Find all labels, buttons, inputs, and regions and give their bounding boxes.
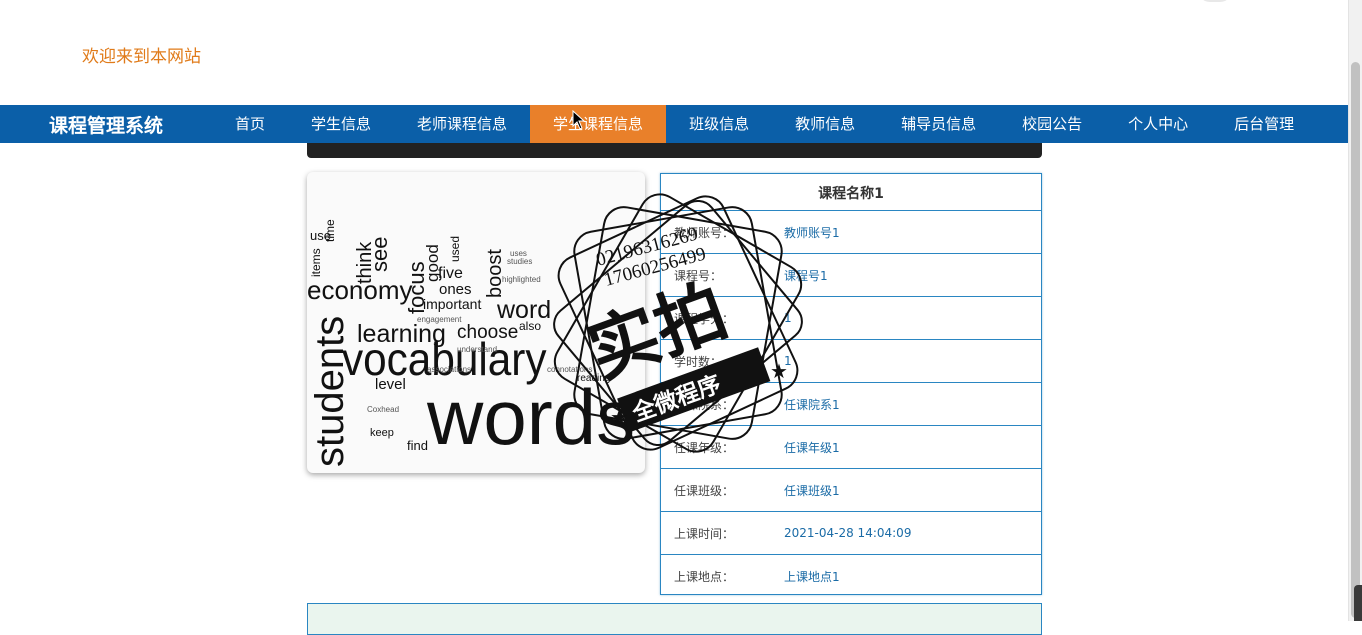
scrollbar-thumb[interactable] xyxy=(1351,62,1360,618)
wordcloud-word: find xyxy=(407,438,428,453)
wordcloud-word: think xyxy=(354,241,376,284)
detail-row-grade: 任课年级： 任课年级1 xyxy=(661,426,1041,469)
wordcloud-word: students xyxy=(308,316,352,467)
row-value: 1 xyxy=(784,354,792,368)
wordcloud-word: used xyxy=(448,236,462,262)
avatar[interactable] xyxy=(1198,0,1232,2)
wordcloud-word: keep xyxy=(370,427,394,439)
detail-row-class: 任课班级： 任课班级1 xyxy=(661,469,1041,512)
nav-item-admin[interactable]: 后台管理 xyxy=(1211,105,1317,143)
row-label: 课程学分： xyxy=(674,311,735,326)
row-label: 任课年级： xyxy=(674,440,735,455)
svg-text:understand: understand xyxy=(457,345,497,354)
row-value: 任课班级1 xyxy=(784,483,840,498)
row-label: 学时数： xyxy=(674,354,723,369)
row-label: 教师账号： xyxy=(674,225,735,240)
nav-item-profile[interactable]: 个人中心 xyxy=(1105,105,1211,143)
detail-row-location: 上课地点： 上课地点1 xyxy=(661,555,1041,597)
row-value: 任课年级1 xyxy=(784,440,840,455)
carousel-strip xyxy=(307,143,1042,158)
nav-item-teachers[interactable]: 教师信息 xyxy=(772,105,878,143)
wordcloud-word: reading xyxy=(577,373,610,384)
row-value: 任课院系1 xyxy=(784,397,840,412)
nav-item-student-courses[interactable]: 学生课程信息 xyxy=(530,105,667,143)
welcome-text: 欢迎来到本网站 xyxy=(82,47,201,67)
vertical-scrollbar[interactable] xyxy=(1348,0,1362,621)
row-label: 课程号： xyxy=(674,268,723,283)
course-detail-panel: 课程名称1 教师账号： 教师账号1 课程号： 课程号1 课程学分： 1 学时数：… xyxy=(660,173,1042,595)
wordcloud-word: good xyxy=(423,244,442,282)
nav-item-classes[interactable]: 班级信息 xyxy=(666,105,772,143)
detail-row-class-time: 上课时间： 2021-04-28 14:04:09 xyxy=(661,512,1041,555)
wordcloud-word: important xyxy=(423,296,481,312)
row-value: 上课地点1 xyxy=(784,569,840,584)
nav-item-students[interactable]: 学生信息 xyxy=(288,105,394,143)
svg-text:studies: studies xyxy=(507,257,532,266)
comment-section xyxy=(307,603,1042,635)
row-label: 上课时间： xyxy=(674,526,735,541)
svg-text:associations: associations xyxy=(427,365,471,374)
svg-text:uses: uses xyxy=(510,249,527,258)
nav-item-home[interactable]: 首页 xyxy=(212,105,288,143)
svg-text:connotations: connotations xyxy=(547,365,592,374)
wordcloud-word: items xyxy=(309,248,323,277)
wordcloud-word: time xyxy=(323,219,337,242)
wordcloud-word: learning xyxy=(357,320,446,348)
detail-row-teacher-account: 教师账号： 教师账号1 xyxy=(661,211,1041,254)
wordcloud-word: level xyxy=(375,376,406,393)
scroll-corner xyxy=(1354,585,1362,621)
detail-row-credits: 课程学分： 1 xyxy=(661,297,1041,340)
detail-row-course-number: 课程号： 课程号1 xyxy=(661,254,1041,297)
svg-text:Coxhead: Coxhead xyxy=(367,405,399,414)
row-value: 1 xyxy=(784,311,792,325)
wordcloud-word: choose xyxy=(457,322,518,343)
row-label: 任课班级： xyxy=(674,483,735,498)
wordcloud-word: ones xyxy=(439,281,472,298)
wordcloud-word: boost xyxy=(484,249,506,298)
svg-text:highlighted: highlighted xyxy=(502,275,541,284)
course-image: vocabulary words students economy learni… xyxy=(307,172,645,473)
nav-item-announcements[interactable]: 校园公告 xyxy=(999,105,1105,143)
detail-row-hours: 学时数： 1 xyxy=(661,340,1041,383)
nav-item-counselors[interactable]: 辅导员信息 xyxy=(878,105,999,143)
main-navbar: 课程管理系统 首页 学生信息 老师课程信息 学生课程信息 班级信息 教师信息 辅… xyxy=(0,105,1349,143)
site-brand[interactable]: 课程管理系统 xyxy=(0,111,212,138)
row-label: 上课地点： xyxy=(674,569,735,584)
course-title: 课程名称1 xyxy=(661,174,1041,211)
wordcloud-word: also xyxy=(519,319,541,333)
svg-text:engagement: engagement xyxy=(417,315,462,324)
wordcloud-word: words xyxy=(426,373,635,461)
nav-item-teacher-courses[interactable]: 老师课程信息 xyxy=(394,105,530,143)
row-value: 课程号1 xyxy=(784,268,828,283)
detail-row-department: 任课院系： 任课院系1 xyxy=(661,383,1041,426)
row-value: 2021-04-28 14:04:09 xyxy=(784,526,912,540)
row-value: 教师账号1 xyxy=(784,225,840,240)
row-label: 任课院系： xyxy=(674,397,735,412)
